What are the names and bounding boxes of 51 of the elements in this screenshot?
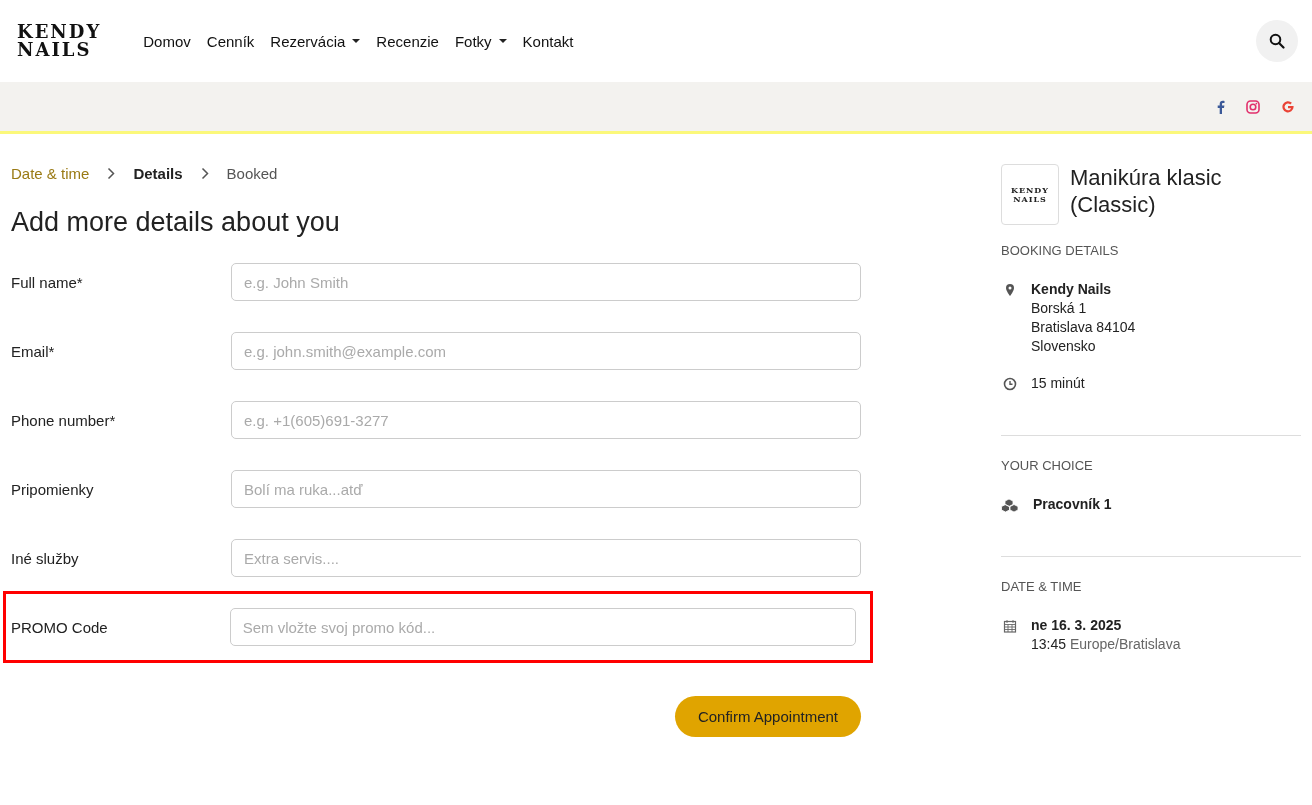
google-icon[interactable] [1281, 99, 1295, 114]
item-text: Borská 1 [1031, 299, 1088, 318]
instagram-icon[interactable] [1246, 99, 1260, 114]
nav-link[interactable]: Rezervácia [270, 32, 361, 50]
breadcrumb-step[interactable]: Details [133, 165, 183, 182]
timezone-text: Europe/Bratislava [1069, 636, 1181, 652]
form-title: Add more details about you [11, 207, 341, 238]
item-text: Bratislava 84104 [1031, 318, 1136, 337]
field-label: Phone number* [11, 411, 117, 429]
item-title: Kendy Nails [1031, 280, 1113, 299]
input-field[interactable]: e.g. John Smith [231, 263, 861, 301]
chevron-right-icon [200, 167, 209, 180]
caret-icon [498, 39, 507, 43]
search-icon [1269, 33, 1285, 49]
logo-thumbnail: KENDY NAILS [1001, 164, 1059, 225]
time-text: 13:45 [1031, 636, 1067, 652]
breadcrumb-step[interactable]: Date & time [11, 165, 90, 182]
input-field[interactable]: e.g. +1(605)691-3277 [231, 401, 861, 439]
item-text: 15 minút [1031, 374, 1085, 393]
input-field[interactable]: e.g. john.smith@example.com [231, 332, 861, 370]
location-pin-icon [1003, 283, 1017, 297]
nav-link[interactable]: Fotky [454, 32, 507, 50]
field-label: Pripomienky [11, 480, 95, 498]
field-label: Email* [11, 342, 56, 360]
field-label: PROMO Code [11, 618, 109, 636]
field-label: Full name* [11, 273, 84, 291]
logo[interactable]: KENDY NAILS [17, 23, 102, 59]
facebook-icon[interactable] [1217, 99, 1225, 114]
input-field[interactable]: Sem vložte svoj promo kód... [229, 608, 856, 646]
nav-link[interactable]: Recenzie [376, 32, 439, 50]
item-text: Slovensko [1031, 337, 1097, 356]
input-field[interactable]: Bolí ma ruka...atď [231, 470, 861, 508]
section-heading: BOOKING DETAILS [1001, 243, 1120, 258]
calendar-icon [1003, 619, 1017, 633]
service-name: Manikúra klasic (Classic) [1070, 164, 1223, 218]
search-button[interactable] [1256, 20, 1298, 62]
field-label: Iné služby [11, 549, 80, 567]
confirm-button[interactable]: Confirm Appointment [674, 696, 861, 737]
nav-link[interactable]: Cenník [206, 32, 255, 50]
input-field[interactable]: Extra servis.... [231, 539, 861, 577]
breadcrumb-step[interactable]: Booked [226, 165, 278, 182]
section-heading: YOUR CHOICE [1001, 458, 1094, 473]
nav-link[interactable]: Kontakt [522, 32, 574, 50]
chevron-right-icon [107, 167, 116, 180]
clock-icon [1003, 377, 1017, 391]
cubes-icon [1001, 498, 1019, 512]
item-title: Pracovník 1 [1033, 495, 1112, 514]
caret-icon [352, 39, 361, 43]
nav-link[interactable]: Domov [143, 32, 191, 50]
item-title: ne 16. 3. 2025 [1031, 616, 1123, 635]
section-heading: DATE & TIME [1001, 579, 1083, 594]
